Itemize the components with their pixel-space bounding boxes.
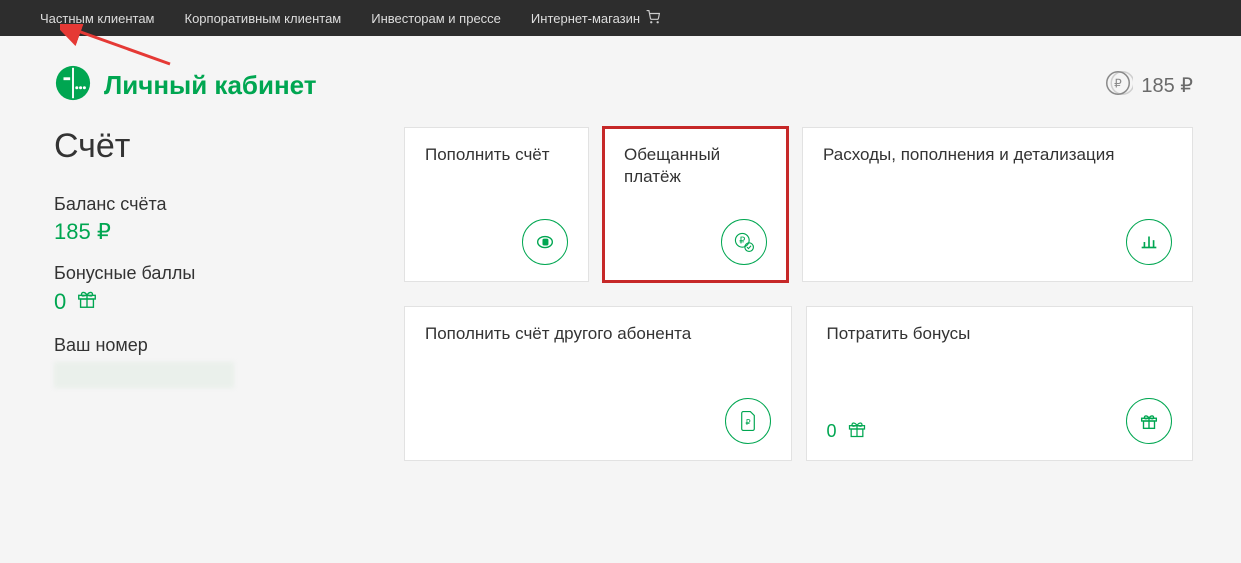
header-balance-value: 185 ₽: [1141, 73, 1193, 98]
card-spend-bonus-title: Потратить бонусы: [827, 323, 1173, 345]
ruble-icon: ₽: [1103, 68, 1133, 104]
ruble-check-icon: ₽: [721, 219, 767, 265]
nav-investors-press[interactable]: Инвесторам и прессе: [371, 11, 501, 26]
card-topup-title: Пополнить счёт: [425, 144, 568, 166]
bar-chart-icon: [1126, 219, 1172, 265]
gift-icon: [847, 419, 867, 444]
sidebar-section-title: Счёт: [54, 127, 364, 166]
nav-shop-label: Интернет-магазин: [531, 11, 640, 26]
page-title: Личный кабинет: [104, 70, 317, 101]
phone-value-redacted: [54, 362, 234, 388]
nav-corporate-clients[interactable]: Корпоративным клиентам: [185, 11, 342, 26]
wallet-icon: [522, 219, 568, 265]
card-topup-other[interactable]: Пополнить счёт другого абонента ₽: [404, 306, 792, 461]
gift-circle-icon: [1126, 398, 1172, 444]
nav-private-clients[interactable]: Частным клиентам: [40, 11, 155, 26]
card-expenses[interactable]: Расходы, пополнения и детализация: [802, 127, 1193, 282]
sim-icon: ₽: [725, 398, 771, 444]
bonus-label: Бонусные баллы: [54, 263, 364, 284]
page-header: Личный кабинет ₽ 185 ₽: [0, 36, 1241, 127]
logo-icon: [54, 64, 92, 107]
top-nav: Частным клиентам Корпоративным клиентам …: [0, 0, 1241, 36]
cards-grid: Пополнить счёт Обещанный платёж ₽ Расход…: [404, 127, 1193, 461]
sidebar: Счёт Баланс счёта 185 ₽ Бонусные баллы 0…: [54, 127, 364, 461]
card-expenses-title: Расходы, пополнения и детализация: [823, 144, 1172, 166]
svg-text:₽: ₽: [739, 235, 745, 246]
gift-icon: [76, 288, 98, 315]
card-topup[interactable]: Пополнить счёт: [404, 127, 589, 282]
balance-label: Баланс счёта: [54, 194, 364, 215]
svg-text:₽: ₽: [745, 418, 750, 427]
cart-icon: [646, 10, 660, 27]
header-balance: ₽ 185 ₽: [1103, 68, 1193, 104]
card-promised-payment[interactable]: Обещанный платёж ₽: [603, 127, 788, 282]
nav-online-shop[interactable]: Интернет-магазин: [531, 10, 660, 27]
bonus-value: 0: [54, 289, 66, 315]
spend-bonus-value: 0: [827, 421, 837, 442]
card-promised-title: Обещанный платёж: [624, 144, 767, 188]
svg-text:₽: ₽: [1115, 76, 1123, 90]
card-spend-bonus[interactable]: Потратить бонусы 0: [806, 306, 1194, 461]
phone-label: Ваш номер: [54, 335, 364, 356]
balance-value: 185 ₽: [54, 219, 364, 245]
card-topup-other-title: Пополнить счёт другого абонента: [425, 323, 771, 345]
